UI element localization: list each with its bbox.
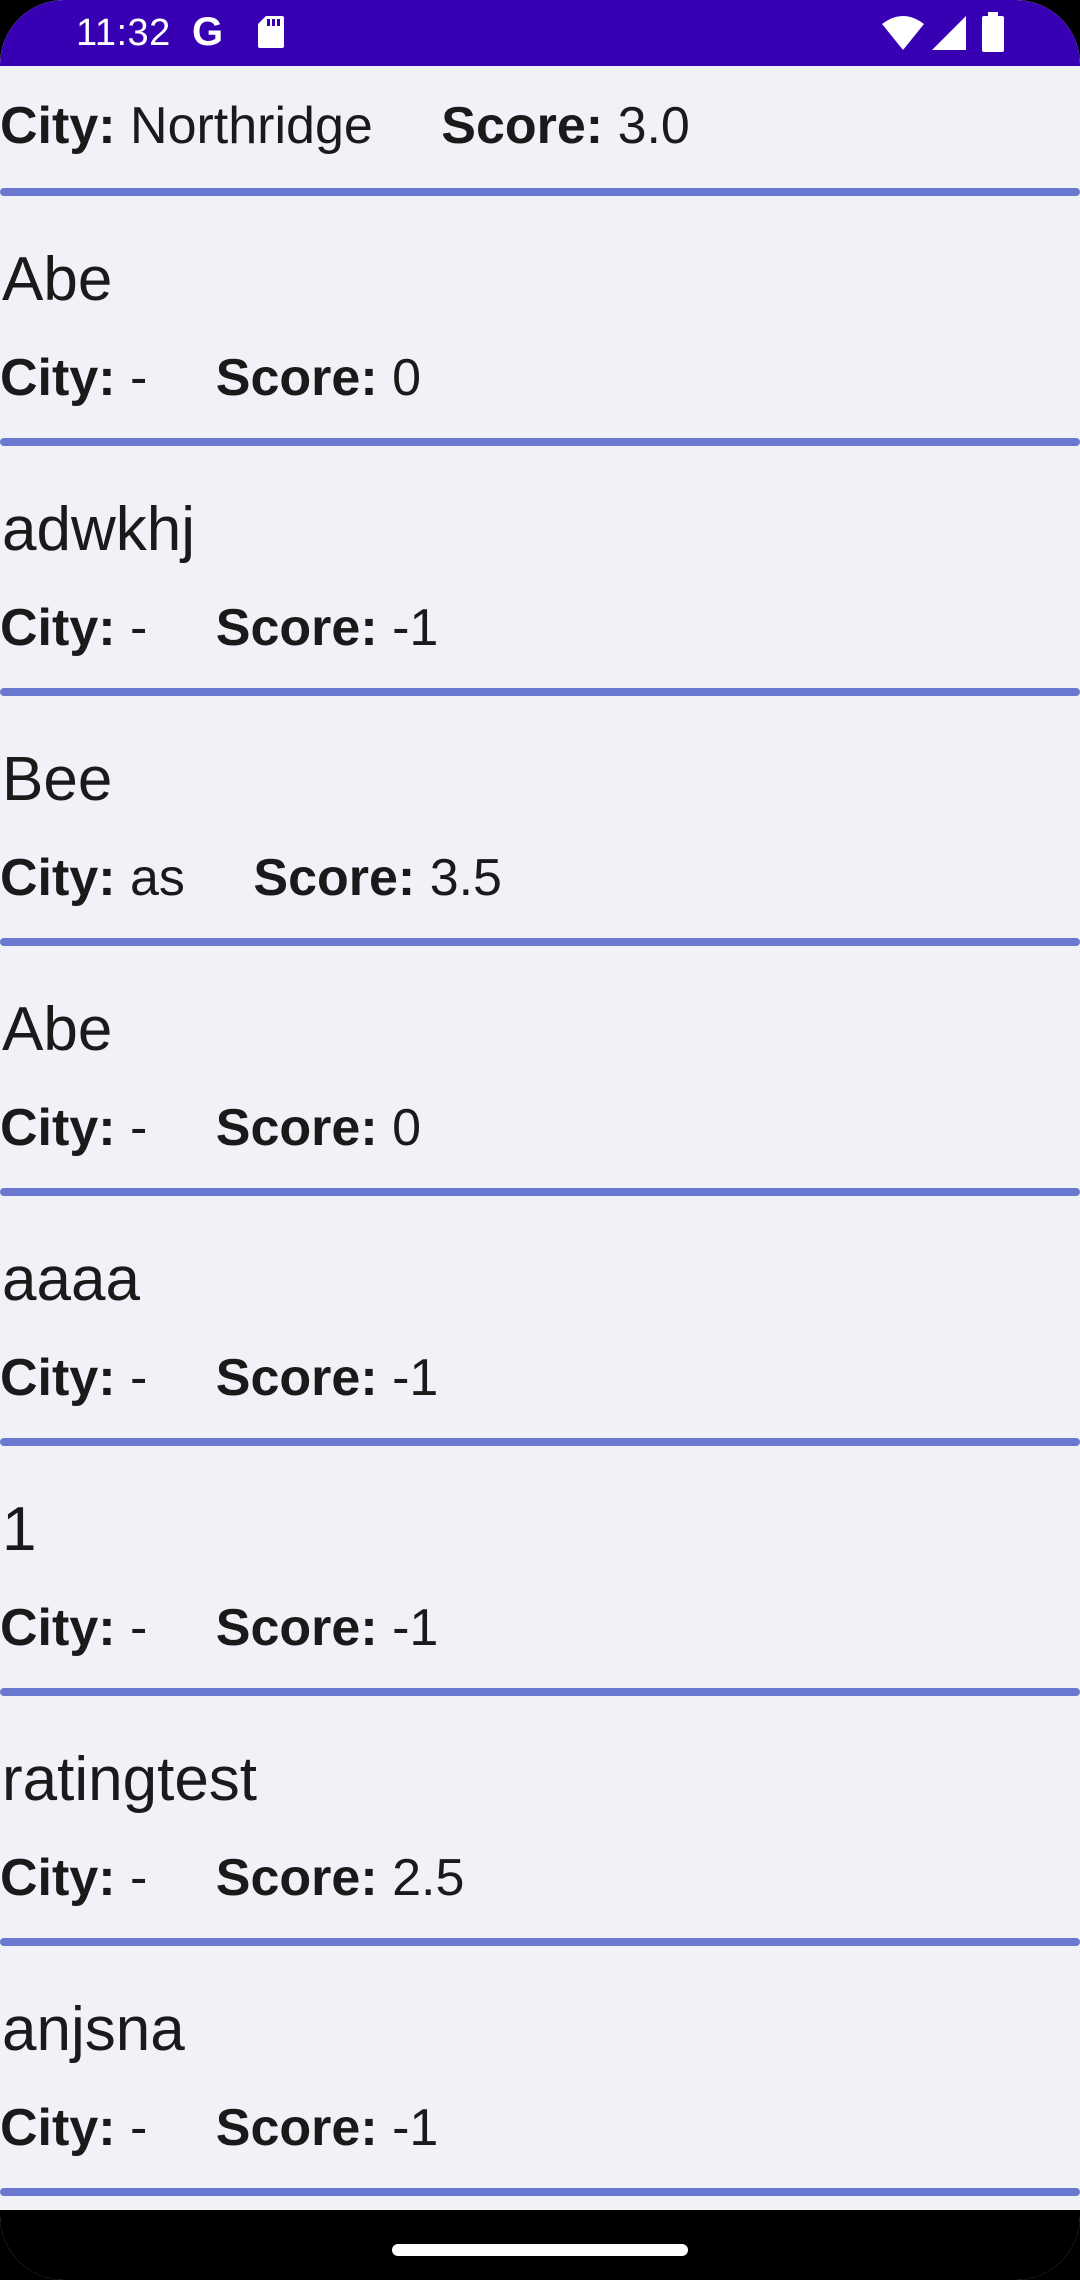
score-label: Score: — [253, 849, 416, 907]
item-name: ratingtest — [2, 1745, 258, 1814]
score-value: -1 — [392, 1599, 439, 1657]
list-item[interactable]: City: Northridge Score: 3.0 — [0, 66, 1080, 196]
score-value: 3.0 — [617, 97, 690, 155]
city-label: City: — [0, 599, 116, 657]
item-meta: City: - Score: -1 — [0, 1348, 438, 1408]
item-meta: City: - Score: -1 — [0, 2098, 438, 2158]
item-name: Bee — [2, 745, 113, 814]
item-name: anjsna — [2, 1995, 185, 2064]
score-value: 3.5 — [429, 849, 502, 907]
list-item[interactable]: Abe City: - Score: 0 — [0, 946, 1080, 1196]
item-meta: City: - Score: 0 — [0, 1098, 421, 1158]
score-value: -1 — [392, 2099, 439, 2157]
score-value: -1 — [392, 599, 439, 657]
item-name: adwkhj — [2, 495, 195, 564]
city-value: - — [130, 1849, 148, 1907]
list-item[interactable]: aaaa City: - Score: -1 — [0, 1196, 1080, 1446]
city-value: - — [130, 1599, 148, 1657]
divider — [0, 938, 1080, 946]
score-value: -1 — [392, 1349, 439, 1407]
list-item[interactable]: Bee City: as Score: 3.5 — [0, 696, 1080, 946]
status-bar: 11:32 G — [0, 0, 1080, 66]
score-label: Score: — [215, 349, 378, 407]
list-item[interactable]: 1 City: - Score: -1 — [0, 1446, 1080, 1696]
divider — [0, 188, 1080, 196]
city-label: City: — [0, 2099, 116, 2157]
divider — [0, 2188, 1080, 2196]
list-item[interactable]: ratingtest City: - Score: 2.5 — [0, 1696, 1080, 1946]
score-label: Score: — [215, 1099, 378, 1157]
wifi-icon — [882, 16, 924, 50]
status-time: 11:32 — [76, 12, 171, 54]
city-label: City: — [0, 349, 116, 407]
divider — [0, 1688, 1080, 1696]
city-value: - — [130, 349, 148, 407]
city-value: as — [130, 849, 185, 907]
results-list[interactable]: City: Northridge Score: 3.0 Abe City: - … — [0, 66, 1080, 2210]
score-label: Score: — [215, 1599, 378, 1657]
city-label: City: — [0, 1099, 116, 1157]
divider — [0, 1438, 1080, 1446]
city-value: - — [130, 1099, 148, 1157]
score-label: Score: — [215, 2099, 378, 2157]
score-label: Score: — [215, 599, 378, 657]
divider — [0, 1938, 1080, 1946]
list-item[interactable]: adwkhj City: - Score: -1 — [0, 446, 1080, 696]
city-value: - — [130, 2099, 148, 2157]
home-gesture-handle[interactable] — [392, 2244, 688, 2256]
item-name: 1 — [2, 1495, 37, 1564]
item-name: Abe — [2, 995, 113, 1064]
item-name: Abe — [2, 245, 113, 314]
list-item[interactable]: anjsna City: - Score: -1 — [0, 1946, 1080, 2196]
item-meta: City: - Score: -1 — [0, 598, 438, 658]
divider — [0, 438, 1080, 446]
score-label: Score: — [441, 97, 604, 155]
score-label: Score: — [215, 1849, 378, 1907]
city-label: City: — [0, 97, 116, 155]
score-value: 0 — [392, 349, 422, 407]
navigation-bar — [0, 2210, 1080, 2280]
city-label: City: — [0, 1599, 116, 1657]
item-meta: City: - Score: 0 — [0, 348, 421, 408]
city-value: - — [130, 599, 148, 657]
item-name: aaaa — [2, 1245, 140, 1314]
item-meta: City: Northridge Score: 3.0 — [0, 96, 690, 156]
sd-card-icon — [258, 16, 284, 48]
city-label: City: — [0, 849, 116, 907]
app-screen: 11:32 G City: Northridge Score: 3.0 Abe … — [0, 0, 1080, 2280]
battery-icon — [982, 12, 1004, 52]
city-value: - — [130, 1349, 148, 1407]
item-meta: City: - Score: -1 — [0, 1598, 438, 1658]
google-icon: G — [192, 10, 224, 54]
score-label: Score: — [215, 1349, 378, 1407]
signal-icon — [932, 16, 966, 50]
item-meta: City: - Score: 2.5 — [0, 1848, 464, 1908]
divider — [0, 688, 1080, 696]
score-value: 0 — [392, 1099, 422, 1157]
city-label: City: — [0, 1849, 116, 1907]
city-label: City: — [0, 1349, 116, 1407]
city-value: Northridge — [130, 97, 373, 155]
list-item[interactable]: Abe City: - Score: 0 — [0, 196, 1080, 446]
divider — [0, 1188, 1080, 1196]
item-meta: City: as Score: 3.5 — [0, 848, 502, 908]
score-value: 2.5 — [392, 1849, 465, 1907]
